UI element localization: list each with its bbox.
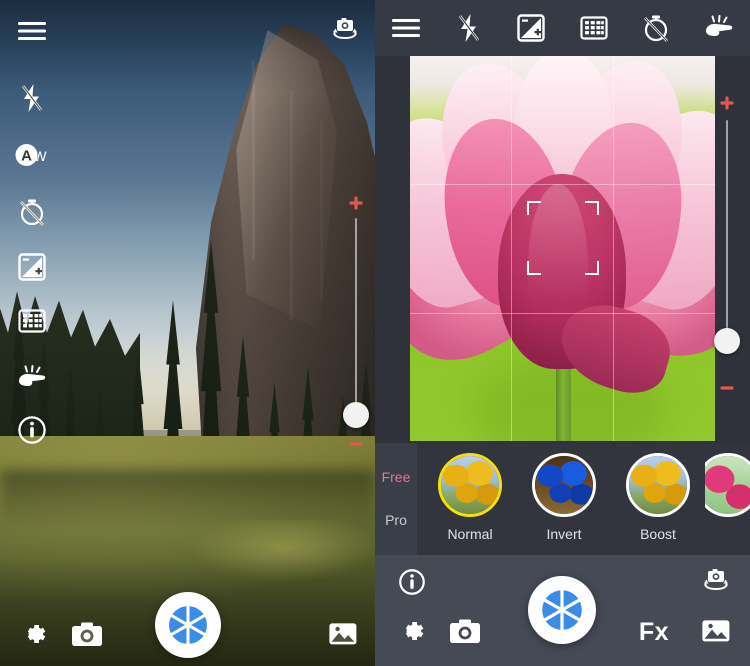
grid-line-horizontal [410, 184, 715, 185]
filter-item-invert[interactable]: Invert [517, 453, 611, 542]
timer-off-icon[interactable] [14, 194, 50, 230]
filter-item-next[interactable] [705, 453, 750, 526]
fx-button[interactable]: Fx [636, 618, 672, 646]
reticle-corner [527, 201, 541, 215]
camera-mode-icon[interactable] [70, 620, 104, 648]
editor-toolbar [375, 0, 750, 56]
hamburger-menu-icon[interactable] [375, 17, 438, 39]
camera-switch-icon[interactable] [700, 567, 732, 595]
filter-label: Normal [447, 526, 493, 542]
touch-shutter-icon[interactable] [14, 360, 50, 396]
shutter-icon[interactable] [155, 592, 221, 658]
settings-gear-icon[interactable] [18, 618, 50, 650]
filter-item-normal[interactable]: Normal [423, 453, 517, 542]
filter-thumbnail [705, 453, 750, 517]
grid-line-horizontal [410, 313, 715, 314]
filter-thumbnail [626, 453, 690, 517]
zoom-knob[interactable] [343, 402, 369, 428]
preview-photo[interactable] [410, 56, 715, 441]
camera-mode-icon[interactable] [449, 618, 481, 644]
cliff-streak [252, 60, 255, 260]
touch-shutter-icon[interactable] [688, 15, 750, 41]
zoom-out-icon[interactable] [349, 434, 363, 452]
cliff-streak [320, 120, 323, 300]
settings-gear-icon[interactable] [397, 616, 427, 646]
filter-strip: Free Pro Normal Invert Boost [375, 443, 750, 555]
app-root: A W Free Pro Normal Invert Boost Fx [0, 0, 750, 666]
filter-item-boost[interactable]: Boost [611, 453, 705, 542]
timer-off-icon[interactable] [625, 13, 688, 43]
reticle-corner [585, 261, 599, 275]
filter-label: Boost [640, 526, 676, 542]
hamburger-menu-icon[interactable] [14, 14, 50, 48]
editor-bottom-bar: Fx [375, 555, 750, 666]
filter-tab-free[interactable]: Free [382, 470, 411, 484]
exposure-compensation-icon[interactable] [14, 249, 50, 285]
filter-thumbnail [438, 453, 502, 517]
editor-stage [375, 56, 750, 443]
svg-text:A: A [21, 148, 32, 165]
filter-preview-image [705, 456, 750, 514]
filter-label: Invert [546, 526, 582, 542]
grid-line-vertical [511, 56, 512, 441]
camera-editor-panel: Free Pro Normal Invert Boost Fx [375, 0, 750, 666]
gallery-icon[interactable] [327, 620, 359, 648]
flash-off-icon[interactable] [438, 13, 501, 43]
zoom-slider[interactable] [714, 96, 740, 396]
zoom-in-icon[interactable] [720, 96, 734, 115]
zoom-track[interactable] [726, 120, 728, 342]
filter-preview-image [629, 456, 687, 514]
grid-icon[interactable] [563, 14, 626, 42]
meadow-highlight [150, 520, 375, 590]
filter-thumbnail [532, 453, 596, 517]
filter-list[interactable]: Normal Invert Boost [417, 443, 750, 555]
reticle-corner [527, 261, 541, 275]
filter-preview-image [441, 456, 499, 514]
filter-preview-image [535, 456, 593, 514]
info-icon[interactable] [397, 567, 427, 597]
filter-tab-pro[interactable]: Pro [385, 513, 407, 527]
zoom-track[interactable] [355, 218, 357, 416]
info-icon[interactable] [14, 412, 50, 448]
white-balance-auto-icon[interactable]: A W [14, 137, 50, 173]
zoom-knob[interactable] [714, 328, 740, 354]
flash-off-icon[interactable] [14, 80, 50, 116]
grid-line-vertical [613, 56, 614, 441]
svg-text:W: W [33, 148, 47, 164]
reticle-corner [585, 201, 599, 215]
cliff-streak [290, 90, 293, 320]
gallery-icon[interactable] [700, 618, 732, 644]
grid-icon[interactable] [14, 303, 50, 339]
zoom-in-icon[interactable] [349, 196, 363, 215]
camera-viewfinder-panel: A W [0, 0, 375, 666]
filter-tabs: Free Pro [375, 443, 417, 555]
camera-switch-icon[interactable] [328, 14, 362, 46]
exposure-compensation-icon[interactable] [500, 14, 563, 42]
zoom-slider[interactable] [343, 196, 369, 452]
focus-reticle-icon[interactable] [527, 201, 599, 275]
zoom-out-icon[interactable] [720, 378, 734, 396]
shutter-icon[interactable] [528, 576, 596, 644]
